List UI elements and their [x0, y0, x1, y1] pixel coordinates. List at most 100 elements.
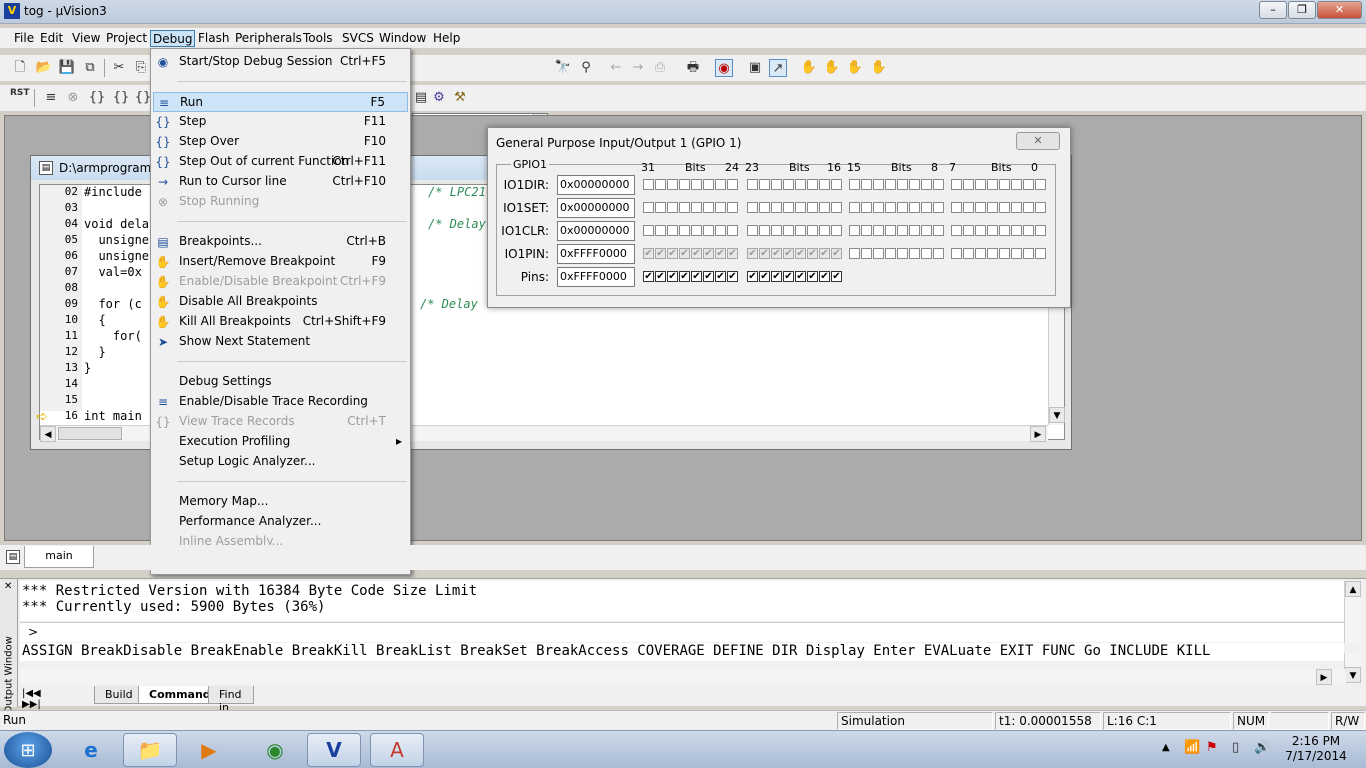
menu-item-enable-disable-trace-recording[interactable]: ≡ Enable/Disable Trace Recording [153, 392, 408, 412]
bit-checkbox[interactable] [897, 202, 908, 213]
bit-checkbox[interactable]: ✔ [679, 248, 690, 259]
reset-cpu-icon[interactable]: RST [10, 88, 30, 106]
tab-nav-icon[interactable]: |◀◀ ▶▶| [22, 688, 41, 710]
bit-checkbox[interactable] [999, 225, 1010, 236]
bit-checkbox[interactable]: ✔ [667, 248, 678, 259]
bit-checkbox[interactable] [873, 225, 884, 236]
bit-checkbox[interactable] [1035, 225, 1046, 236]
menu-item-view-trace-records[interactable]: {} View Trace Records Ctrl+T [153, 412, 408, 432]
start-button[interactable]: ⊞ [4, 732, 52, 768]
new-file-icon[interactable]: 🗋 [11, 59, 29, 77]
menu-item-stop-running[interactable]: ⊗ Stop Running [153, 192, 408, 212]
bit-checkbox[interactable] [795, 202, 806, 213]
bit-checkbox[interactable] [747, 179, 758, 190]
bit-checkbox[interactable] [873, 179, 884, 190]
print-icon[interactable]: 🖶 [684, 59, 702, 77]
bit-checkbox[interactable] [727, 179, 738, 190]
toolbox-icon[interactable]: ▤ [412, 89, 430, 107]
menu-item-step-over[interactable]: {} Step Over F10 [153, 132, 408, 152]
bit-checkbox[interactable] [1011, 225, 1022, 236]
bit-checkbox[interactable] [999, 179, 1010, 190]
bit-checkbox[interactable] [861, 179, 872, 190]
bit-checkbox[interactable] [807, 179, 818, 190]
file-explorer-icon[interactable]: 📁 [123, 733, 177, 767]
bit-checkbox[interactable] [1011, 248, 1022, 259]
bit-checkbox[interactable] [759, 202, 770, 213]
menu-item-execution-profiling[interactable]: Execution Profiling ▸ [153, 432, 408, 452]
bit-checkbox[interactable] [861, 225, 872, 236]
bit-checkbox[interactable] [885, 202, 896, 213]
gpio-close-button[interactable]: ✕ [1016, 132, 1060, 150]
scroll-down-arrow-icon[interactable]: ▼ [1345, 667, 1361, 683]
menu-item-show-next-statement[interactable]: ➤ Show Next Statement [153, 332, 408, 352]
menu-item-disable-all-breakpoints[interactable]: ✋ Disable All Breakpoints [153, 292, 408, 312]
register-value-field[interactable]: 0xFFFF0000 [557, 267, 635, 287]
bit-checkbox[interactable]: ✔ [667, 271, 678, 282]
step-into-icon[interactable]: {} [88, 89, 106, 107]
bit-checkbox[interactable] [727, 202, 738, 213]
menu-help[interactable]: Help [431, 30, 462, 47]
bit-checkbox[interactable] [715, 179, 726, 190]
bit-checkbox[interactable] [795, 225, 806, 236]
internet-explorer-icon[interactable]: e [64, 733, 118, 767]
bit-checkbox[interactable] [849, 202, 860, 213]
bit-checkbox[interactable] [849, 179, 860, 190]
bit-checkbox[interactable] [1035, 179, 1046, 190]
bit-checkbox[interactable] [921, 248, 932, 259]
gpio-dialog[interactable]: General Purpose Input/Output 1 (GPIO 1) … [487, 127, 1071, 308]
battery-icon[interactable]: ▯ [1232, 740, 1239, 755]
bit-checkbox[interactable]: ✔ [783, 271, 794, 282]
nav-back-icon[interactable]: ← [607, 59, 625, 77]
bit-checkbox[interactable] [667, 179, 678, 190]
bit-checkbox[interactable]: ✔ [715, 271, 726, 282]
run-icon[interactable]: ≡ [42, 89, 60, 107]
save-all-icon[interactable]: ⧉ [81, 59, 99, 77]
bit-checkbox[interactable] [951, 248, 962, 259]
menu-debug[interactable]: Debug [150, 30, 196, 47]
bit-checkbox[interactable] [1035, 248, 1046, 259]
disable-breakpoint-hand-icon[interactable]: ✋ [846, 59, 864, 77]
network-icon[interactable]: 📶 [1184, 740, 1200, 755]
register-value-field[interactable]: 0x00000000 [557, 198, 635, 218]
bit-checkbox[interactable] [1023, 225, 1034, 236]
bit-checkbox[interactable] [897, 248, 908, 259]
bit-checkbox[interactable] [909, 202, 920, 213]
find-in-files-icon[interactable]: ⚲ [577, 59, 595, 77]
register-value-field[interactable]: 0x00000000 [557, 221, 635, 241]
bit-checkbox[interactable]: ✔ [747, 248, 758, 259]
bit-checkbox[interactable]: ✔ [691, 271, 702, 282]
chrome-icon[interactable]: ◉ [248, 733, 302, 767]
bit-checkbox[interactable]: ✔ [747, 271, 758, 282]
action-center-icon[interactable]: ⚑ [1206, 740, 1218, 755]
bit-checkbox[interactable]: ✔ [783, 248, 794, 259]
menu-item-enable-disable-breakpoint[interactable]: ✋ Enable/Disable Breakpoint Ctrl+F9 [153, 272, 408, 292]
bit-checkbox[interactable] [715, 202, 726, 213]
bit-checkbox[interactable] [999, 202, 1010, 213]
bit-checkbox[interactable] [643, 225, 654, 236]
breakpoint-hand-icon[interactable]: ✋ [800, 59, 818, 77]
bit-checkbox[interactable] [783, 225, 794, 236]
bit-checkbox[interactable] [909, 248, 920, 259]
scroll-right-arrow-icon[interactable]: ▶ [1316, 669, 1332, 685]
bit-checkbox[interactable] [933, 225, 944, 236]
bit-checkbox[interactable]: ✔ [703, 271, 714, 282]
bit-checkbox[interactable] [999, 248, 1010, 259]
bit-checkbox[interactable] [975, 225, 986, 236]
bit-checkbox[interactable] [975, 248, 986, 259]
bit-checkbox[interactable] [703, 179, 714, 190]
bit-checkbox[interactable] [921, 179, 932, 190]
tab-main[interactable]: main [24, 546, 94, 568]
menu-item-breakpoints[interactable]: ▤ Breakpoints... Ctrl+B [153, 232, 408, 252]
bit-checkbox[interactable] [933, 202, 944, 213]
stop-icon[interactable]: ⊗ [64, 89, 82, 107]
bit-checkbox[interactable]: ✔ [643, 248, 654, 259]
bit-checkbox[interactable] [655, 225, 666, 236]
bit-checkbox[interactable]: ✔ [727, 271, 738, 282]
bit-checkbox[interactable] [807, 225, 818, 236]
bit-checkbox[interactable] [951, 225, 962, 236]
bit-checkbox[interactable] [679, 225, 690, 236]
bit-checkbox[interactable] [771, 179, 782, 190]
bit-checkbox[interactable] [831, 179, 842, 190]
bit-checkbox[interactable] [819, 202, 830, 213]
bit-checkbox[interactable] [921, 202, 932, 213]
